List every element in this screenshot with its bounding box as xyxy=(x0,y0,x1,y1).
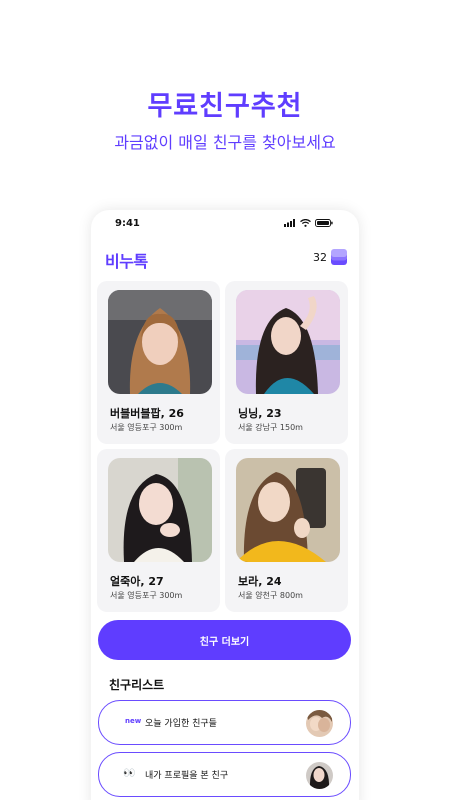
profile-card[interactable]: 보라, 24 서울 양천구 800m xyxy=(225,449,348,612)
profile-photo xyxy=(236,458,340,562)
hero-title: 무료친구추천 xyxy=(147,91,303,122)
friend-list-title: 친구리스트 xyxy=(109,678,165,692)
list-item-label: 오늘 가입한 친구들 xyxy=(145,719,217,729)
profile-photo xyxy=(108,290,212,394)
profile-card[interactable]: 버블버블팝, 26 서울 영등포구 300m xyxy=(97,281,220,444)
coin-stack-icon[interactable] xyxy=(330,248,348,270)
list-item-new-friends[interactable]: new 오늘 가입한 친구들 xyxy=(98,700,351,745)
hero-subtitle: 과금없이 매일 친구를 찾아보세요 xyxy=(114,133,336,152)
battery-icon xyxy=(315,219,333,227)
profile-location: 서울 강남구 150m xyxy=(238,423,303,432)
eyes-icon: 👀 xyxy=(123,768,136,779)
status-icons xyxy=(284,219,333,227)
wifi-icon xyxy=(300,219,311,227)
profile-photo xyxy=(236,290,340,394)
avatar xyxy=(306,762,333,789)
profile-card[interactable]: 닝닝, 23 서울 강남구 150m xyxy=(225,281,348,444)
profile-card[interactable]: 얼죽아, 27 서울 영등포구 300m xyxy=(97,449,220,612)
status-time: 9:41 xyxy=(115,218,140,229)
profile-name: 보라, 24 xyxy=(238,575,282,588)
profile-location: 서울 영등포구 300m xyxy=(110,423,183,432)
app-bar: 비누톡 32 xyxy=(91,246,359,271)
app-logo: 비누톡 xyxy=(105,252,148,271)
list-item-viewed-me[interactable]: 👀 내가 프로필을 본 친구 xyxy=(98,752,351,797)
list-item-label: 내가 프로필을 본 친구 xyxy=(145,771,229,781)
profile-photo xyxy=(108,458,212,562)
avatar xyxy=(306,710,333,737)
status-bar: 9:41 xyxy=(91,210,359,236)
profile-location: 서울 양천구 800m xyxy=(238,591,303,600)
profile-name: 닝닝, 23 xyxy=(238,407,282,420)
signal-icon xyxy=(284,219,295,227)
coin-count: 32 xyxy=(313,251,327,264)
profile-location: 서울 영등포구 300m xyxy=(110,591,183,600)
profile-name: 얼죽아, 27 xyxy=(110,575,164,588)
profile-name: 버블버블팝, 26 xyxy=(110,407,184,420)
more-friends-button[interactable]: 친구 더보기 xyxy=(98,620,351,660)
phone-screen: 9:41 비누톡 32 버블버블팝, 26 서울 영등포구 300m 닝닝, 2… xyxy=(91,210,359,800)
new-badge: new xyxy=(125,717,142,725)
